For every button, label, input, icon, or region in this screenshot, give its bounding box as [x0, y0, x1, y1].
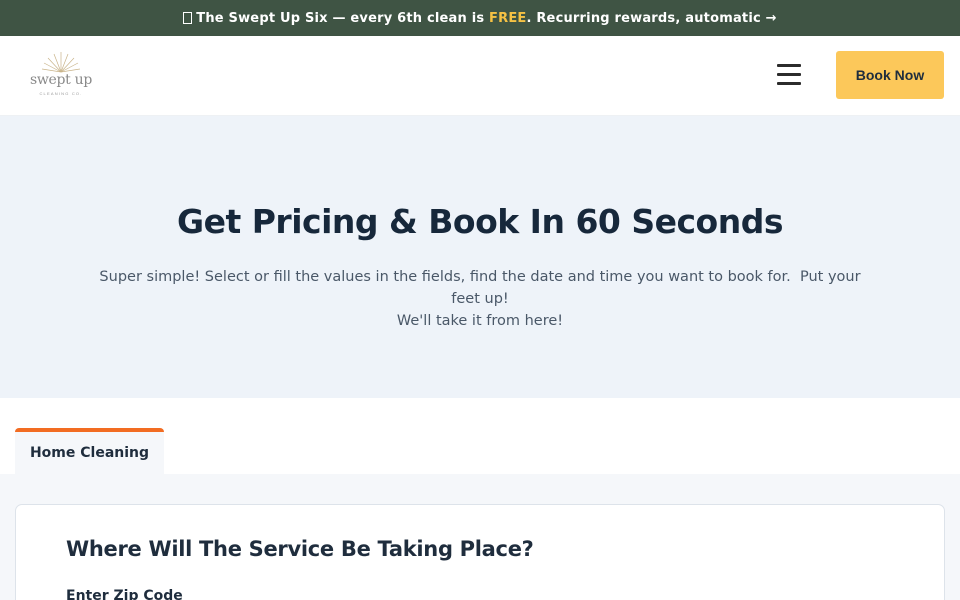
promo-text-before: The Swept Up Six — every 6th clean is: [196, 10, 490, 26]
book-now-button[interactable]: Book Now: [836, 51, 944, 99]
hero-subtitle-line1: Super simple! Select or fill the values …: [99, 269, 866, 307]
site-header: swept up CLEANING CO. Book Now: [0, 36, 960, 116]
booking-form-area: Where Will The Service Be Taking Place? …: [0, 474, 960, 600]
tab-home-cleaning[interactable]: Home Cleaning: [15, 428, 164, 474]
gift-icon: [183, 12, 193, 24]
promo-text-after: . Recurring rewards, automatic →: [526, 10, 777, 26]
hero-section: Get Pricing & Book In 60 Seconds Super s…: [0, 116, 960, 398]
hero-subtitle-line2: We'll take it from here!: [396, 313, 564, 329]
logo-text: swept up: [29, 72, 93, 88]
booking-form-card: Where Will The Service Be Taking Place? …: [15, 504, 945, 600]
site-logo[interactable]: swept up CLEANING CO.: [26, 50, 96, 102]
zip-code-label: Enter Zip Code: [66, 588, 183, 600]
sunburst-logo-icon: [41, 52, 81, 73]
page-title: Get Pricing & Book In 60 Seconds: [177, 202, 784, 241]
promo-banner[interactable]: The Swept Up Six — every 6th clean is FR…: [0, 0, 960, 36]
service-tabs: Home Cleaning: [0, 398, 960, 474]
logo-subtext: CLEANING CO.: [39, 91, 83, 96]
hamburger-menu-icon[interactable]: [776, 64, 802, 86]
location-section-title: Where Will The Service Be Taking Place?: [66, 537, 534, 561]
promo-highlight: FREE: [489, 10, 527, 26]
hero-subtitle: Super simple! Select or fill the values …: [90, 266, 870, 332]
